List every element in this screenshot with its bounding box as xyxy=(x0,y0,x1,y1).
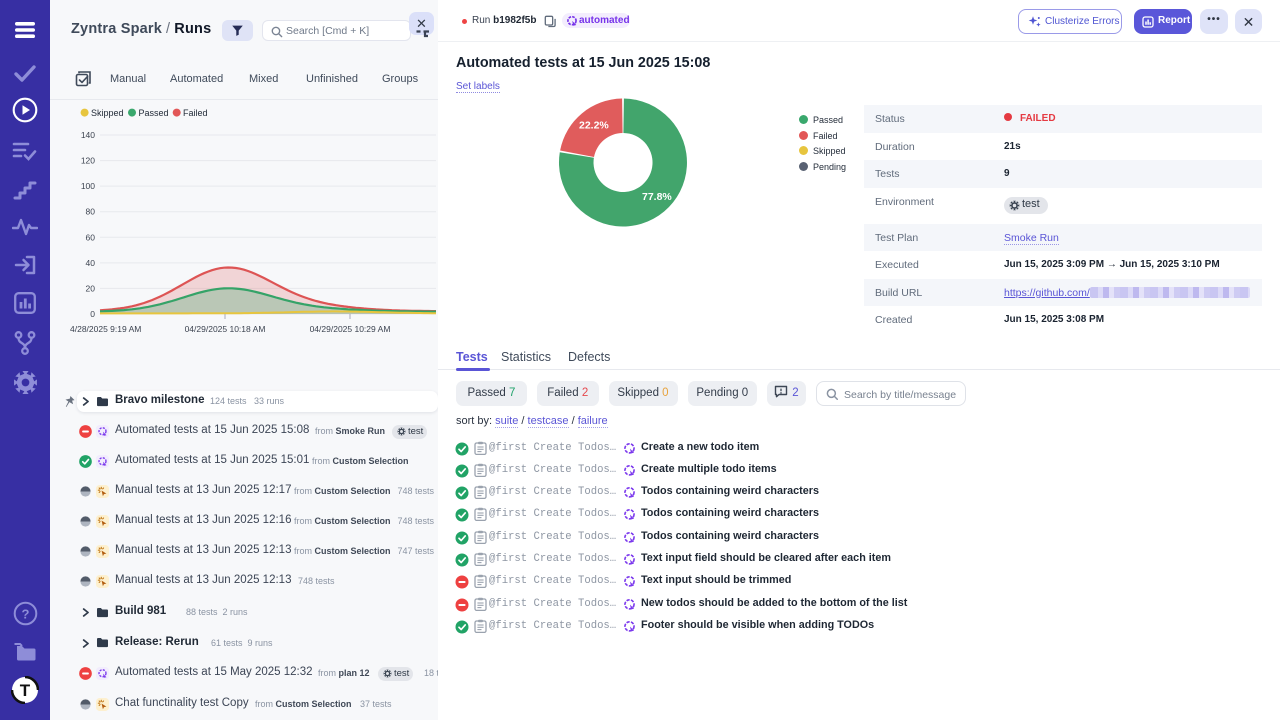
svg-text:?: ? xyxy=(22,606,30,621)
svg-text:60: 60 xyxy=(86,232,96,242)
svg-text:120: 120 xyxy=(81,156,95,166)
svg-text:40: 40 xyxy=(86,258,96,268)
svg-text:0: 0 xyxy=(90,309,95,319)
svg-text:4/28/2025 9:19 AM: 4/28/2025 9:19 AM xyxy=(70,324,141,334)
svg-text:100: 100 xyxy=(81,181,95,191)
svg-text:T: T xyxy=(20,681,31,700)
svg-text:20: 20 xyxy=(86,283,96,293)
svg-text:80: 80 xyxy=(86,207,96,217)
svg-text:140: 140 xyxy=(81,130,95,140)
svg-text:Passed: Passed xyxy=(139,108,169,118)
svg-text:04/29/2025 10:29 AM: 04/29/2025 10:29 AM xyxy=(310,324,391,334)
svg-text:04/29/2025 10:18 AM: 04/29/2025 10:18 AM xyxy=(185,324,266,334)
svg-text:77.8%: 77.8% xyxy=(642,191,672,203)
svg-text:Failed: Failed xyxy=(183,108,208,118)
svg-text:22.2%: 22.2% xyxy=(579,120,609,132)
svg-text:Skipped: Skipped xyxy=(91,108,124,118)
